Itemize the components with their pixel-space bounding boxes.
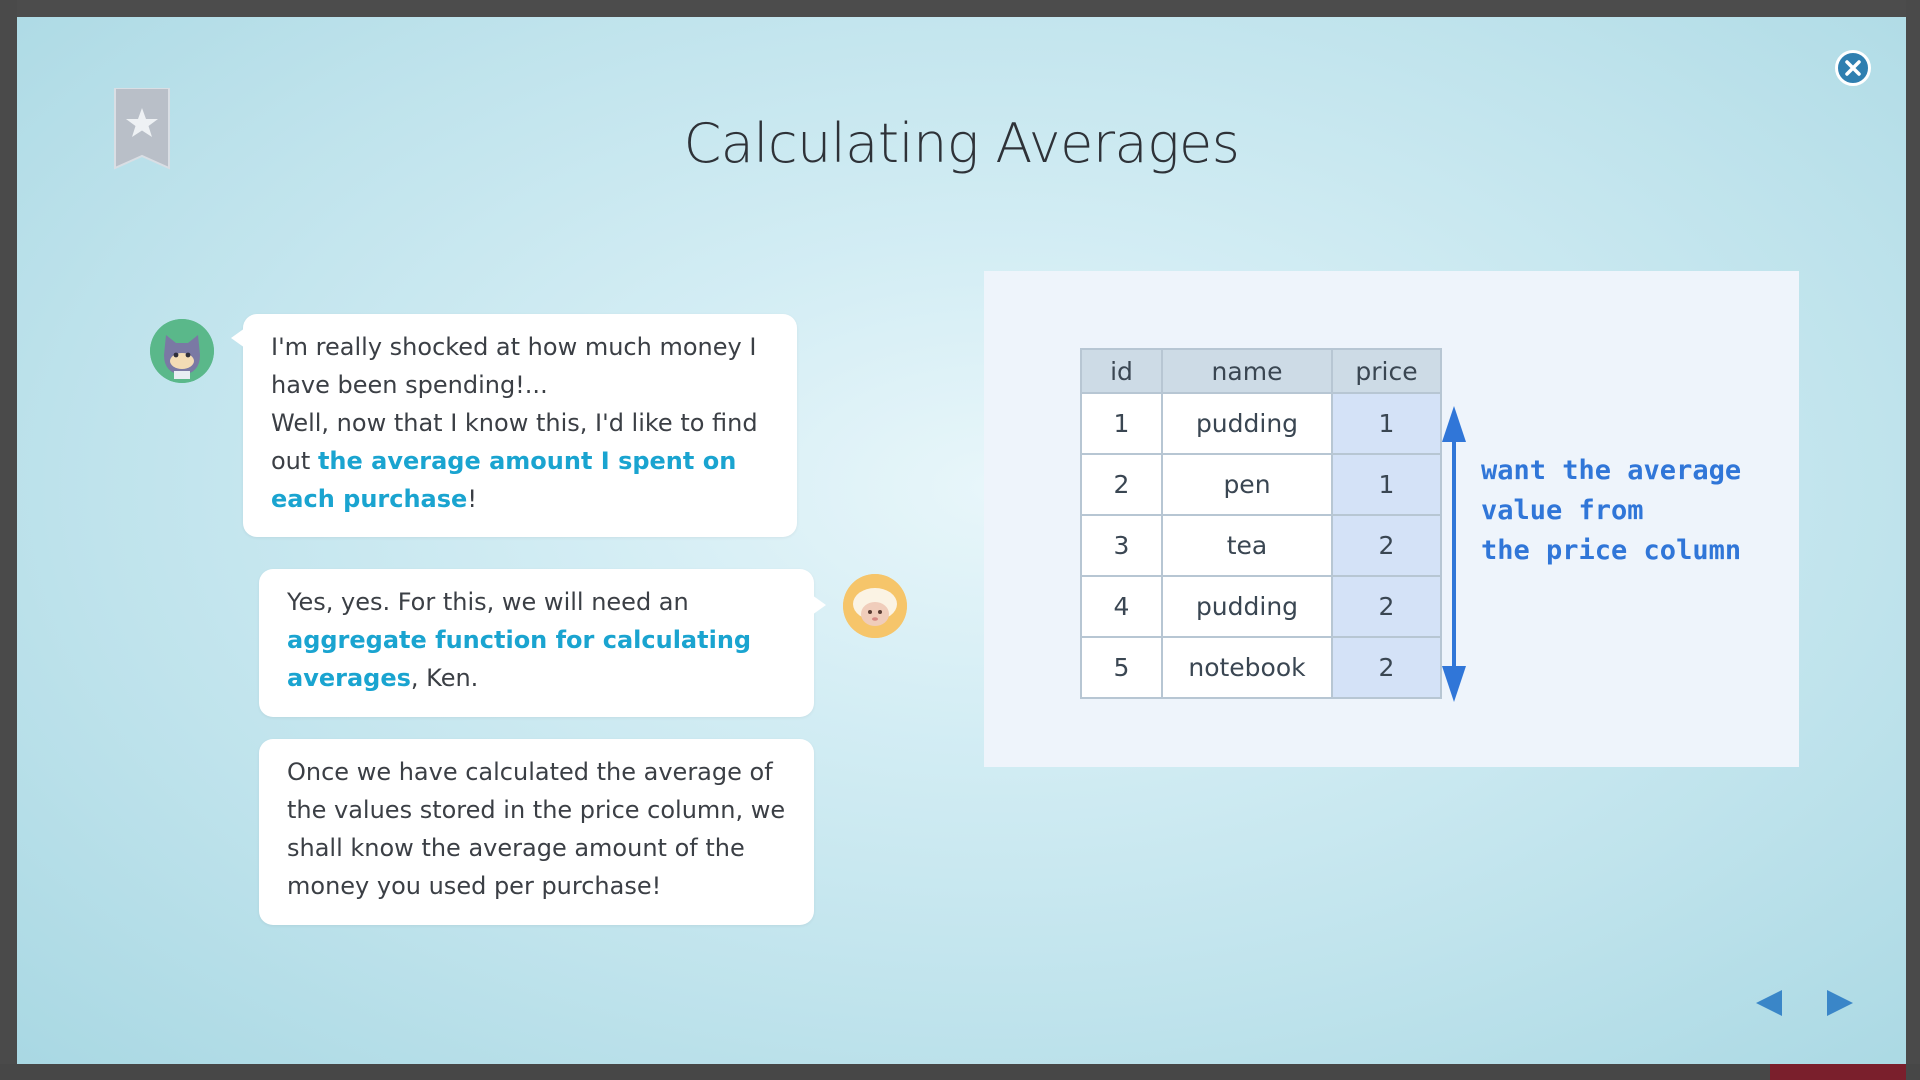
triangle-left-icon [1756, 990, 1782, 1016]
lesson-modal: Calculating Averages I'm really shocked … [17, 17, 1906, 1064]
backdrop-scrollbar[interactable] [1906, 0, 1920, 1080]
annotation-line: value from [1481, 495, 1644, 526]
avatar-ken [150, 319, 214, 383]
dialogue-text: Yes, yes. For this, we will need an [287, 588, 689, 616]
purchases-table: id name price 1 pudding 1 2 pen 1 3 tea … [1080, 348, 1442, 699]
table-row: 2 pen 1 [1080, 453, 1442, 516]
avatar-sheep [843, 574, 907, 638]
table-cell: 4 [1080, 575, 1163, 638]
table-row: 4 pudding 2 [1080, 575, 1442, 638]
annotation-line: want the average [1481, 455, 1742, 486]
dialogue-highlight: the average amount I spent on each purch… [271, 447, 737, 513]
cat-avatar-icon [150, 319, 214, 383]
dialogue-highlight: aggregate function for calculating avera… [287, 626, 752, 692]
table-cell: pen [1161, 453, 1333, 516]
column-header: id [1080, 348, 1163, 394]
table-cell: 3 [1080, 514, 1163, 577]
table-cell: notebook [1161, 636, 1333, 699]
table-cell-price: 1 [1331, 453, 1442, 516]
column-header: name [1161, 348, 1333, 394]
backdrop-bottom [0, 1064, 1920, 1080]
next-button[interactable] [1823, 986, 1857, 1020]
triangle-right-icon [1827, 990, 1853, 1016]
table-cell: tea [1161, 514, 1333, 577]
backdrop-left [0, 0, 17, 1080]
sheep-avatar-icon [843, 574, 907, 638]
table-cell: 5 [1080, 636, 1163, 699]
backdrop-top [0, 0, 1920, 17]
previous-button[interactable] [1752, 986, 1786, 1020]
dialogue-text: Once we have calculated the average of t… [287, 758, 786, 900]
column-header: price [1331, 348, 1442, 394]
annotation-line: the price column [1481, 535, 1742, 566]
close-icon [1845, 60, 1861, 76]
illustration-panel: id name price 1 pudding 1 2 pen 1 3 tea … [984, 271, 1799, 767]
table-row: 3 tea 2 [1080, 514, 1442, 577]
table-annotation: want the average value from the price co… [1481, 451, 1741, 571]
dialogue-bubble-ken: I'm really shocked at how much money I h… [231, 314, 797, 537]
table-row: 1 pudding 1 [1080, 392, 1442, 455]
table-header-row: id name price [1080, 348, 1442, 394]
dialogue-bubble-sheep-followup: Once we have calculated the average of t… [259, 739, 814, 925]
table-cell-price: 1 [1331, 392, 1442, 455]
dialogue-text: , Ken. [410, 664, 479, 692]
lesson-title: Calculating Averages [683, 112, 1240, 175]
table-cell-price: 2 [1331, 575, 1442, 638]
dialogue-text: I'm really shocked at how much money I h… [271, 333, 757, 399]
table-row: 5 notebook 2 [1080, 636, 1442, 699]
table-cell-price: 2 [1331, 636, 1442, 699]
dialogue-bubble-sheep: Yes, yes. For this, we will need an aggr… [259, 569, 826, 717]
table-cell: pudding [1161, 392, 1333, 455]
double-arrow-icon [1442, 406, 1466, 702]
table-cell-price: 2 [1331, 514, 1442, 577]
table-cell: 1 [1080, 392, 1163, 455]
table-cell: pudding [1161, 575, 1333, 638]
close-button[interactable] [1835, 50, 1871, 86]
table-cell: 2 [1080, 453, 1163, 516]
dialogue-text: ! [467, 485, 477, 513]
